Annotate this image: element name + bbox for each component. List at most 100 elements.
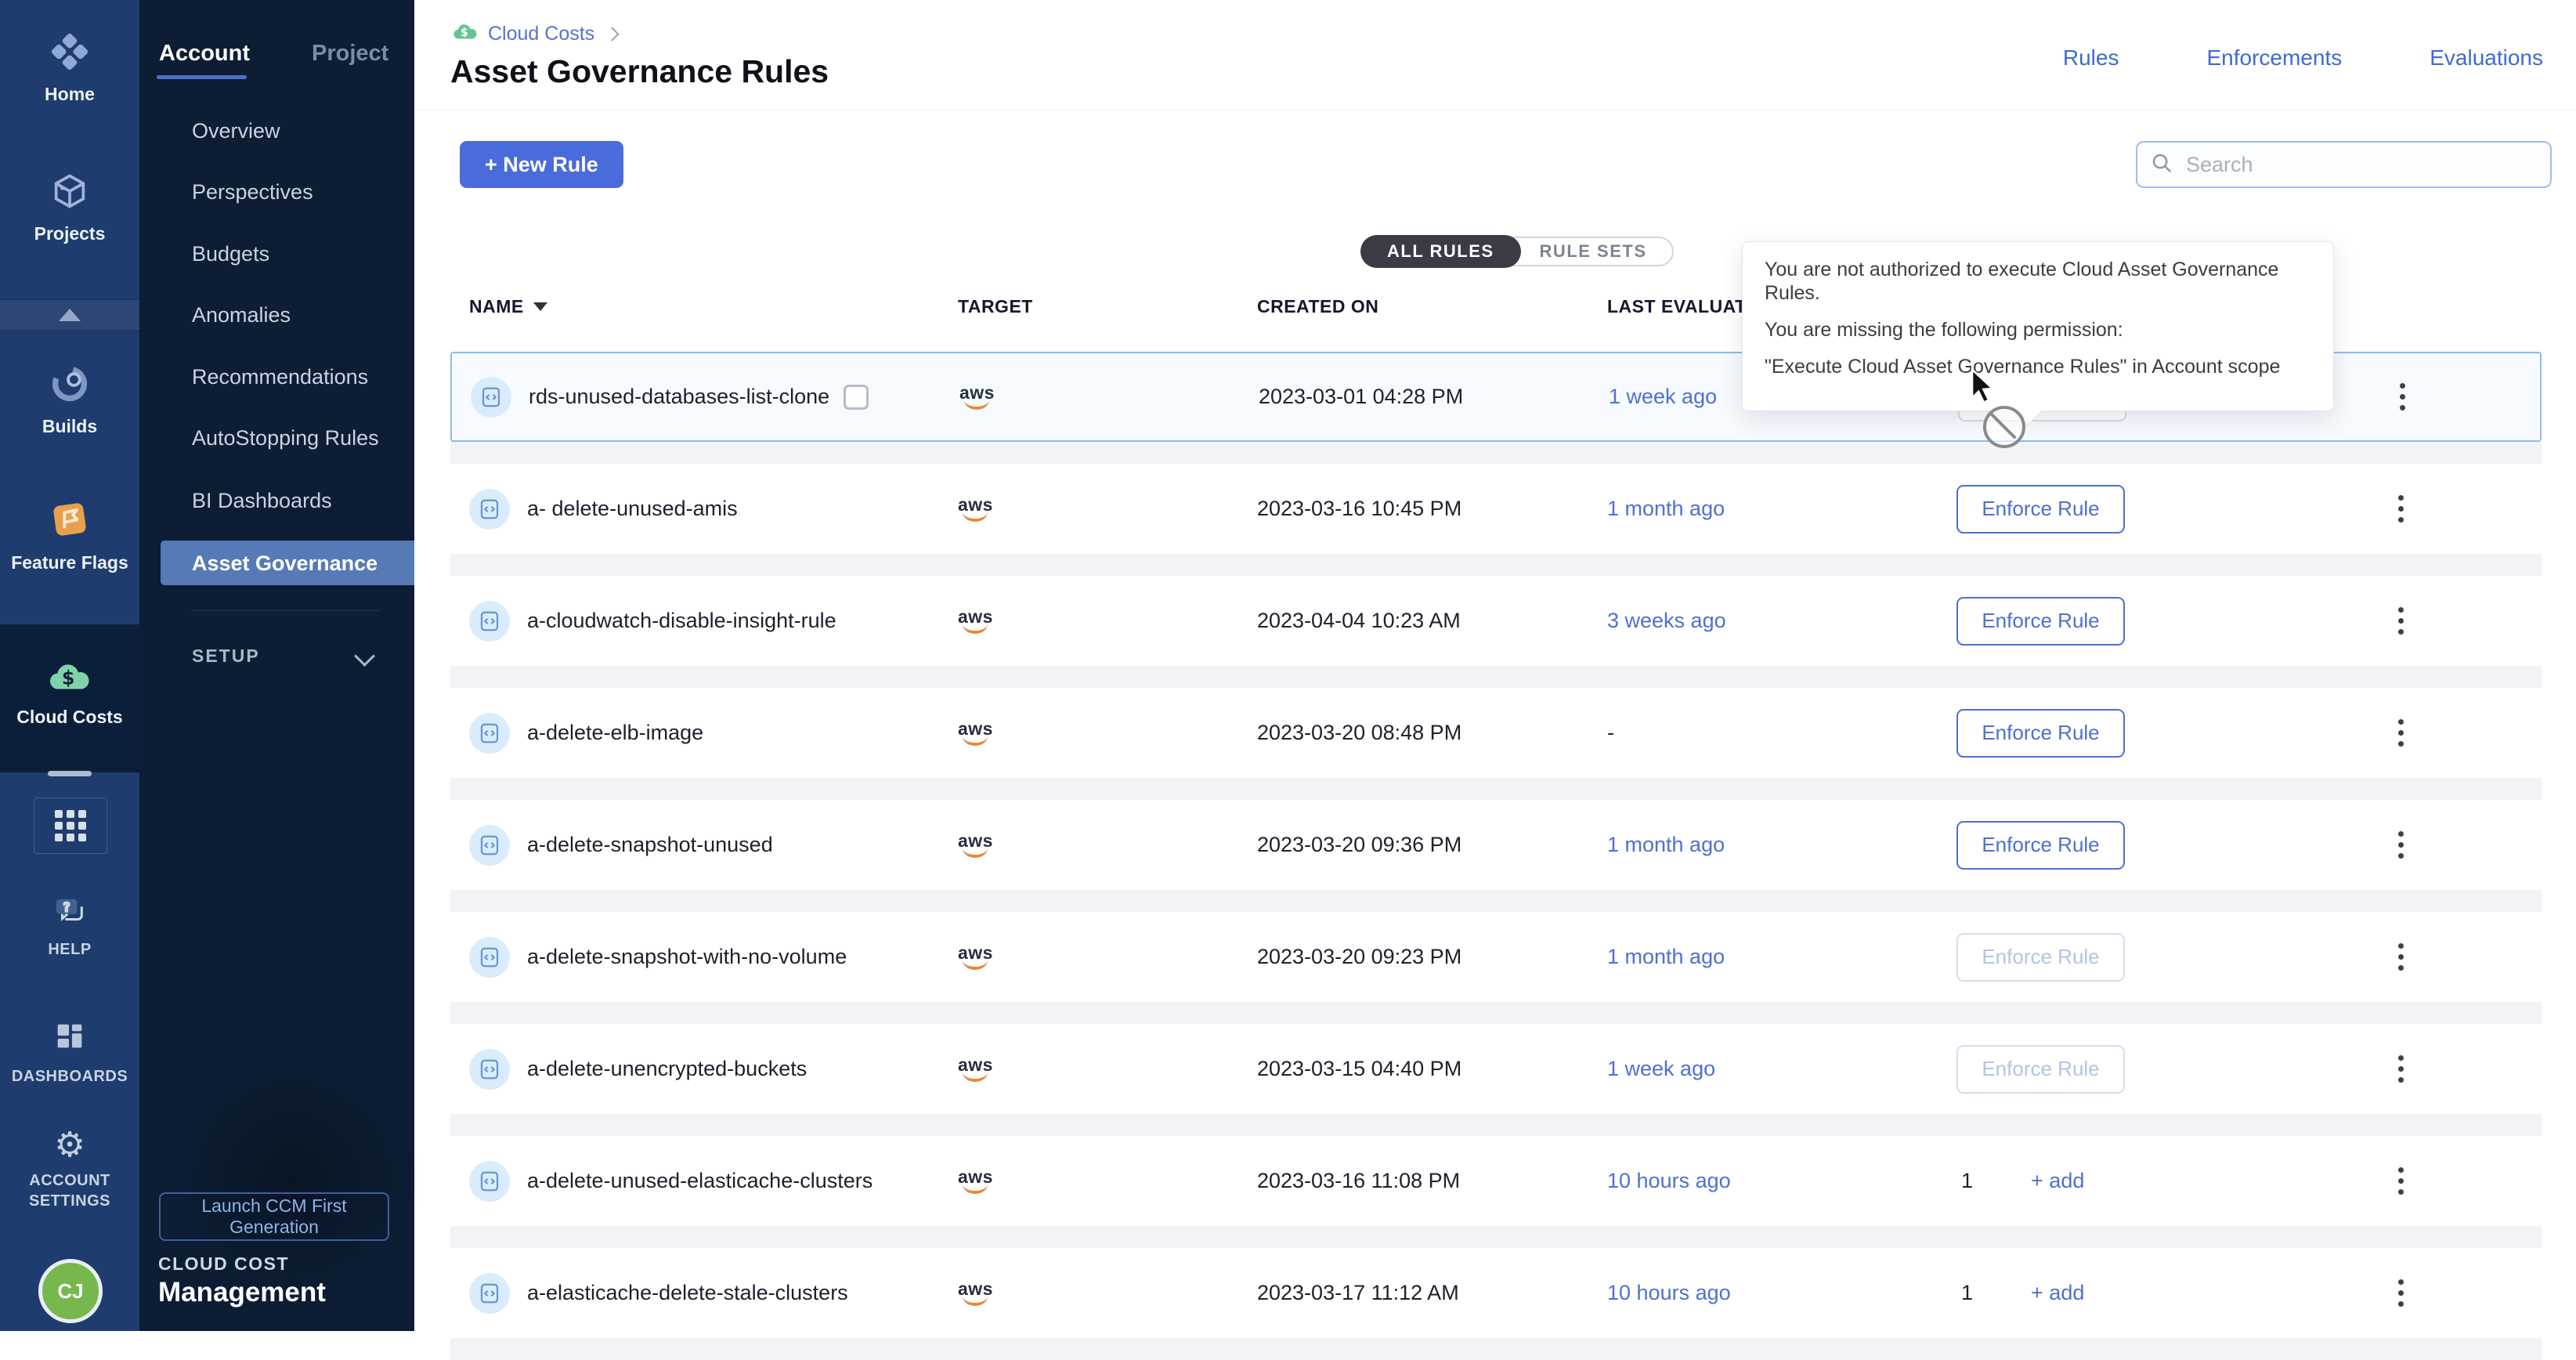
last-evaluated-link[interactable]: 1 week ago — [1607, 1057, 1715, 1081]
table-row[interactable]: a-delete-elb-image aws 2023-03-20 08:48 … — [450, 688, 2542, 778]
row-menu-button[interactable] — [2381, 710, 2420, 757]
rail-label: Projects — [34, 223, 106, 244]
last-evaluated-link[interactable]: 1 month ago — [1607, 497, 1725, 521]
copy-icon[interactable] — [844, 385, 869, 410]
enforce-rule-button[interactable]: Enforce Rule — [1956, 485, 2125, 534]
tab-account[interactable]: Account — [159, 41, 250, 67]
enforce-rule-button[interactable]: Enforce Rule — [1956, 1045, 2125, 1094]
sidebar-setup[interactable]: SETUP — [192, 646, 260, 667]
created-on: 2023-03-16 11:08 PM — [1257, 1169, 1607, 1193]
tooltip-line: You are missing the following permission… — [1765, 318, 2311, 342]
add-enforcement-link[interactable]: + add — [2031, 1169, 2084, 1193]
table-row[interactable]: a-delete-unencrypted-buckets aws 2023-03… — [450, 1024, 2542, 1114]
rail-item-builds[interactable]: Builds — [0, 364, 139, 436]
rule-icon — [469, 489, 510, 530]
table-row[interactable]: a-delete-snapshot-with-no-volume aws 202… — [450, 912, 2542, 1002]
svg-text:?: ? — [63, 900, 70, 914]
sidebar-item-recommendations[interactable]: Recommendations — [192, 365, 368, 389]
nav-rules[interactable]: Rules — [2063, 45, 2119, 71]
avatar[interactable]: CJ — [38, 1259, 103, 1323]
last-evaluated-link[interactable]: 1 month ago — [1607, 833, 1725, 857]
toggle-rule-sets[interactable]: RULE SETS — [1498, 237, 1674, 266]
rail-item-dashboards[interactable]: DASHBOARDS — [0, 1018, 139, 1087]
sidebar-item-autostopping-rules[interactable]: AutoStopping Rules — [192, 426, 379, 450]
dashboards-icon — [52, 1018, 88, 1058]
row-menu-button[interactable] — [2381, 1046, 2420, 1093]
rail-item-feature-flags[interactable]: Feature Flags — [0, 498, 139, 573]
new-rule-button[interactable]: + New Rule — [460, 141, 623, 188]
rail-item-cloud-costs[interactable]: $ Cloud Costs — [0, 624, 139, 772]
module-picker-button[interactable] — [34, 798, 107, 854]
last-evaluated-link[interactable]: 3 weeks ago — [1607, 609, 1726, 633]
breadcrumb-link[interactable]: Cloud Costs — [488, 23, 594, 45]
svg-text:$: $ — [62, 667, 74, 689]
enforce-rule-button[interactable]: Enforce Rule — [1956, 597, 2125, 646]
rule-name: a-delete-snapshot-unused — [527, 833, 773, 857]
rule-icon — [469, 1161, 510, 1202]
row-menu-button[interactable] — [2381, 1270, 2420, 1317]
sidebar-item-perspectives[interactable]: Perspectives — [192, 180, 313, 204]
rail-label: Feature Flags — [11, 552, 128, 573]
rule-icon — [469, 601, 510, 642]
table-row[interactable]: a-delete-unused-elasticache-clusters aws… — [450, 1136, 2542, 1226]
brand-eyebrow: CLOUD COST — [158, 1253, 289, 1275]
chevron-down-icon[interactable] — [354, 646, 375, 667]
rule-name: a-delete-unused-elasticache-clusters — [527, 1169, 873, 1193]
rule-icon — [471, 377, 511, 418]
table-row[interactable]: a-elasticache-delete-stale-clusters aws … — [450, 1248, 2542, 1338]
last-evaluated-link[interactable]: 1 month ago — [1607, 945, 1725, 969]
created-on: 2023-03-20 08:48 PM — [1257, 721, 1607, 745]
sidebar-item-bi-dashboards[interactable]: BI Dashboards — [192, 489, 332, 513]
rules-view-toggle: ALL RULES RULE SETS — [1360, 235, 1674, 268]
sidebar-item-asset-governance[interactable]: Asset Governance — [161, 541, 414, 585]
toggle-all-rules[interactable]: ALL RULES — [1360, 235, 1521, 268]
avatar-initials: CJ — [57, 1279, 83, 1304]
table-row[interactable]: a-delete-snapshot-unused aws 2023-03-20 … — [450, 800, 2542, 890]
nav-enforcements[interactable]: Enforcements — [2206, 45, 2342, 71]
aws-logo: aws — [958, 1169, 993, 1194]
enforce-rule-button[interactable]: Enforce Rule — [1956, 821, 2125, 870]
table-row[interactable]: a- delete-unused-amis aws 2023-03-16 10:… — [450, 464, 2542, 554]
tab-project[interactable]: Project — [312, 41, 388, 67]
aws-smile — [963, 510, 988, 522]
add-enforcement-link[interactable]: + add — [2031, 1281, 2084, 1305]
sidebar-item-budgets[interactable]: Budgets — [192, 242, 269, 266]
sidebar-item-anomalies[interactable]: Anomalies — [192, 303, 291, 327]
last-evaluated-link[interactable]: 10 hours ago — [1607, 1281, 1731, 1305]
enforce-rule-button[interactable]: Enforce Rule — [1956, 709, 2125, 758]
aws-logo: aws — [958, 609, 993, 634]
sidebar-item-overview[interactable]: Overview — [192, 119, 280, 143]
launch-ccm-first-gen-button[interactable]: Launch CCM First Generation — [159, 1192, 389, 1241]
rail-scroll-down[interactable] — [48, 771, 92, 776]
row-menu-button[interactable] — [2381, 598, 2420, 645]
created-on: 2023-03-01 04:28 PM — [1259, 385, 1609, 409]
row-menu-button[interactable] — [2381, 1158, 2420, 1205]
aws-smile — [963, 622, 988, 634]
row-menu-button[interactable] — [2381, 934, 2420, 981]
enforce-rule-button[interactable]: Enforce Rule — [1956, 933, 2125, 982]
rule-name: a-delete-snapshot-with-no-volume — [527, 945, 847, 969]
rule-name: a- delete-unused-amis — [527, 497, 738, 521]
scroll-up-icon — [59, 309, 81, 321]
row-menu-button[interactable] — [2383, 374, 2422, 421]
column-header-name[interactable]: NAME — [469, 296, 958, 317]
rules-nav: Rules Enforcements Evaluations — [2063, 45, 2543, 71]
row-menu-button[interactable] — [2381, 822, 2420, 869]
column-header-created-on: CREATED ON — [1257, 296, 1607, 317]
last-evaluated-link[interactable]: 1 week ago — [1609, 385, 1717, 409]
rule-icon — [469, 937, 510, 978]
rail-item-projects[interactable]: Projects — [0, 171, 139, 244]
table-row[interactable]: a-cloudwatch-disable-insight-rule aws 20… — [450, 576, 2542, 666]
aws-logo: aws — [958, 833, 993, 858]
last-evaluated-link[interactable]: 10 hours ago — [1607, 1169, 1731, 1193]
rail-item-help[interactable]: ? HELP — [0, 895, 139, 960]
nav-evaluations[interactable]: Evaluations — [2430, 45, 2543, 71]
rail-scroll-up[interactable] — [0, 299, 139, 331]
rail-item-home[interactable]: Home — [0, 31, 139, 104]
search-icon — [2150, 151, 2173, 179]
chevron-right-icon — [605, 27, 619, 41]
rail-item-account-settings[interactable]: ⚙ ACCOUNT SETTINGS — [0, 1128, 139, 1211]
search-input[interactable] — [2184, 152, 2516, 178]
row-menu-button[interactable] — [2381, 486, 2420, 533]
rail-label: Home — [45, 84, 95, 104]
